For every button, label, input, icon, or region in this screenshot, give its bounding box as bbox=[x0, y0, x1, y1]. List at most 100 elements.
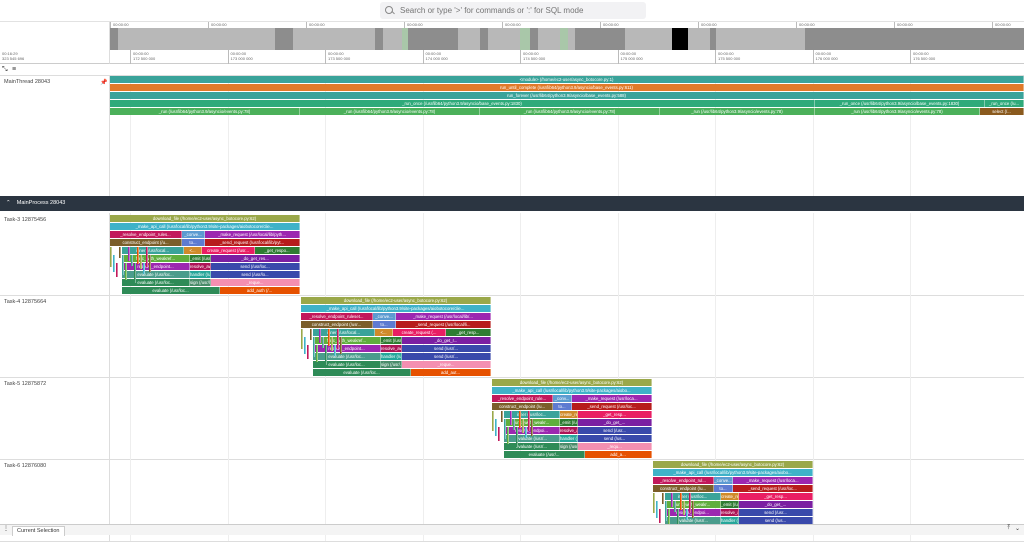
task-slice[interactable]: create_request (/usr... bbox=[202, 247, 255, 254]
task-slice[interactable]: _emit (/usr/... bbox=[721, 501, 739, 508]
main-thread-slice[interactable]: <module> (/home/ec2-user/async_botocore.… bbox=[110, 76, 1024, 83]
task-track[interactable]: download_file (/home/ec2-user/async_boto… bbox=[110, 213, 1024, 295]
task-slice[interactable]: _resolve_endpoint_rule... bbox=[492, 395, 553, 402]
task-slice[interactable]: _do_get_r... bbox=[402, 337, 491, 344]
task-slice[interactable]: evaluate (/usr/... bbox=[504, 443, 560, 450]
task-slice[interactable]: _make_request (/usr/loca... bbox=[572, 395, 652, 402]
task-slice[interactable]: to... bbox=[373, 321, 396, 328]
main-thread-slice[interactable]: _run (/usr/lib64/python3.9/asyncio/event… bbox=[300, 108, 480, 115]
task-slice[interactable]: construct_endpoint (/u... bbox=[492, 403, 553, 410]
task-slice[interactable]: evaluate (/usr/loc... bbox=[122, 279, 190, 286]
task-slice[interactable]: _requ... bbox=[578, 443, 652, 450]
task-slice[interactable]: _resolve_endpoint_rul... bbox=[653, 477, 714, 484]
task-track[interactable]: download_file (/home/ec2-user/async_boto… bbox=[110, 377, 1024, 459]
task-slice[interactable]: send (/usr/... bbox=[402, 353, 491, 360]
task-slice[interactable]: inner (/usr/local... bbox=[313, 329, 375, 336]
pin-icon[interactable]: 📌 bbox=[100, 79, 107, 86]
task-slice[interactable]: resolve_awaita... bbox=[190, 263, 211, 270]
task-slice[interactable]: evaluate (/usr/loc... bbox=[313, 369, 411, 376]
task-slice[interactable]: _send_request (/usr/loc... bbox=[572, 403, 652, 410]
time-ruler[interactable]: 00:00:00 172 500 000 00:00:00 173 000 000 00… bbox=[110, 50, 1024, 64]
main-thread-slice[interactable]: _run (/usr/lib64/python3.9/asyncio/event… bbox=[110, 108, 300, 115]
task-slice[interactable]: _make_api_call (/usr/local/lib/python3.9… bbox=[492, 387, 652, 394]
process-header[interactable]: ⌃ MainProcess 28043 bbox=[0, 196, 1024, 211]
task-slice[interactable]: _conve... bbox=[714, 477, 733, 484]
main-thread-slice[interactable]: run_until_complete (/usr/lib64/python3.9… bbox=[110, 84, 1024, 91]
task-slice[interactable]: handler (/usr... bbox=[381, 353, 402, 360]
task-slice[interactable]: sign (/usr/loc... bbox=[190, 279, 211, 286]
collapse-panel-icon[interactable]: ⌄ bbox=[1015, 525, 1020, 532]
task-slice[interactable]: add_a... bbox=[585, 451, 652, 458]
task-slice[interactable]: resolve_awa... bbox=[381, 345, 402, 352]
task-slice[interactable]: _send_request (/usr/loc... bbox=[733, 485, 813, 492]
task-slice[interactable]: _get_respo... bbox=[255, 247, 300, 254]
task-slice[interactable]: resolve_aw... bbox=[721, 509, 739, 516]
expand-panel-icon[interactable]: ⤒ bbox=[1007, 525, 1010, 532]
task-slice[interactable]: _make_api_call (/usr/local/lib/python3.9… bbox=[110, 223, 300, 230]
task-slice[interactable]: <... bbox=[375, 329, 393, 336]
task-slice[interactable]: download_file (/home/ec2-user/async_boto… bbox=[653, 461, 813, 468]
main-thread-slice[interactable]: run_forever (/usr/lib64/python3.9/asynci… bbox=[110, 92, 1024, 99]
task-slice[interactable]: inner (/usr/local... bbox=[122, 247, 184, 254]
task-slice[interactable]: _conv... bbox=[553, 395, 572, 402]
task-slice[interactable]: <... bbox=[184, 247, 202, 254]
main-thread-track[interactable]: <module> (/home/ec2-user/async_botocore.… bbox=[110, 76, 1024, 196]
task-slice[interactable]: _emit (/usr/lo... bbox=[381, 337, 402, 344]
task-slice[interactable]: evaluate (/usr/loc... bbox=[313, 361, 381, 368]
main-thread-slice[interactable]: _run_once (/u... bbox=[985, 100, 1024, 107]
task-slice[interactable]: send (/usr/loc... bbox=[211, 263, 300, 270]
task-slice[interactable]: add_aut... bbox=[411, 369, 491, 376]
task-slice[interactable]: handler (/u... bbox=[560, 435, 578, 442]
chevron-up-icon[interactable]: ⌃ bbox=[6, 200, 11, 206]
task-slice[interactable]: download_file (/home/ec2-user/async_boto… bbox=[110, 215, 300, 222]
main-thread-slice[interactable]: _run_once (/usr/lib64/python3.9/asyncio/… bbox=[110, 100, 815, 107]
task-slice[interactable]: to... bbox=[553, 403, 572, 410]
task-slice[interactable]: _make_request (/usr/local/lib/pyth... bbox=[205, 231, 300, 238]
task-slice[interactable]: sign (/usr/... bbox=[560, 443, 578, 450]
task-slice[interactable]: _reque... bbox=[402, 361, 491, 368]
task-slice[interactable]: download_file (/home/ec2-user/async_boto… bbox=[492, 379, 652, 386]
overview-track[interactable] bbox=[110, 28, 1024, 50]
task-slice[interactable]: inner (/usr/loc... bbox=[665, 493, 721, 500]
task-slice[interactable]: resolve_aw... bbox=[560, 427, 578, 434]
filter-icon[interactable]: ≡ bbox=[12, 66, 16, 73]
task-slice[interactable]: _resolve_endpoint_ruleset... bbox=[301, 313, 373, 320]
drag-handle-icon[interactable]: ⋮ bbox=[3, 525, 9, 532]
main-thread-slice[interactable]: _run_once (/usr/lib64/python3.9/asyncio/… bbox=[815, 100, 985, 107]
task-slice[interactable]: _get_resp... bbox=[578, 411, 652, 418]
task-slice[interactable]: handler (/usr/... bbox=[190, 271, 211, 278]
task-slice[interactable]: evaluate (/usr/... bbox=[504, 435, 560, 442]
task-slice[interactable]: _conve... bbox=[373, 313, 396, 320]
task-slice[interactable]: construct_endpoint (/u... bbox=[110, 239, 182, 246]
task-slice[interactable]: _make_api_call (/usr/local/lib/python3.9… bbox=[653, 469, 813, 476]
task-slice[interactable]: _make_request (/usr/loca... bbox=[733, 477, 813, 484]
task-slice[interactable]: construct_endpoint (/u... bbox=[653, 485, 714, 492]
task-slice[interactable]: add_auth (/... bbox=[220, 287, 300, 294]
main-thread-slice[interactable]: _run (/usr/lib64/python3.9/asyncio/event… bbox=[660, 108, 815, 115]
task-slice[interactable]: inner (/usr/loc... bbox=[504, 411, 560, 418]
task-slice[interactable]: _emit (/usr/... bbox=[560, 419, 578, 426]
task-slice[interactable]: send (/usr/lo... bbox=[211, 271, 300, 278]
task-slice[interactable]: to... bbox=[182, 239, 205, 246]
task-slice[interactable]: evaluate (/usr/loc... bbox=[122, 271, 190, 278]
task-slice[interactable]: _do_get_... bbox=[739, 501, 813, 508]
main-thread-slice[interactable]: _run (/usr/lib64/python3.9/asyncio/event… bbox=[815, 108, 980, 115]
task-slice[interactable]: _conve... bbox=[182, 231, 205, 238]
task-slice[interactable]: evaluate (/usr/... bbox=[504, 451, 585, 458]
task-slice[interactable]: _do_get_... bbox=[578, 419, 652, 426]
task-slice[interactable]: send (/usr... bbox=[739, 509, 813, 516]
task-slice[interactable]: send (/us... bbox=[578, 435, 652, 442]
task-slice[interactable]: construct_endpoint (/usr... bbox=[301, 321, 373, 328]
task-slice[interactable]: send (/usr... bbox=[578, 427, 652, 434]
omnibox[interactable] bbox=[380, 2, 646, 19]
task-slice[interactable]: create_requ... bbox=[721, 493, 739, 500]
task-slice[interactable]: _emit (/usr/lo... bbox=[190, 255, 211, 262]
task-slice[interactable]: _make_request (/usr/local/lib/... bbox=[396, 313, 491, 320]
task-slice[interactable]: _resolve_endpoint_rules... bbox=[110, 231, 182, 238]
task-slice[interactable]: handler (/u... bbox=[721, 517, 739, 524]
timeline-overview[interactable]: 00:00:00 00:00:00 00:00:00 00:00:00 00:00:00… bbox=[110, 22, 1024, 50]
task-slice[interactable]: _send_request (/usr/local/li... bbox=[396, 321, 491, 328]
task-slice[interactable]: download_file (/home/ec2-user/async_boto… bbox=[301, 297, 491, 304]
search-input[interactable] bbox=[400, 6, 640, 15]
task-slice[interactable]: evaluate (/usr/loc... bbox=[313, 353, 381, 360]
